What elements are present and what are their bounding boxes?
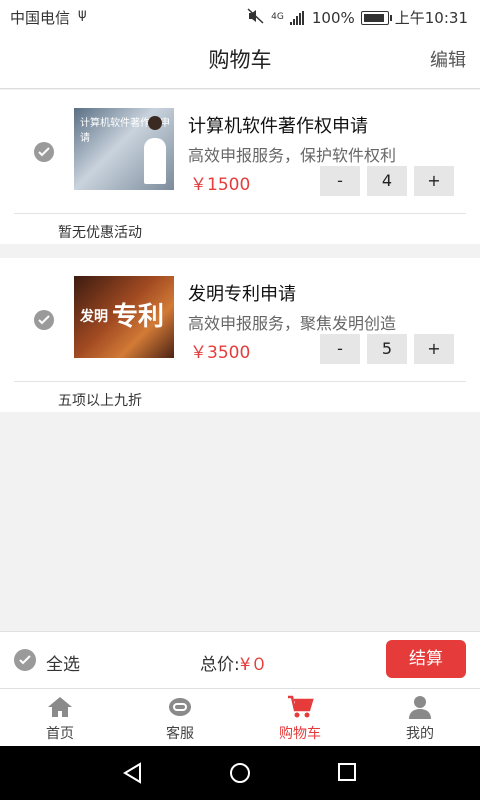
product-image[interactable]: 发明 专利	[74, 276, 174, 358]
tab-label: 购物车	[279, 726, 321, 742]
cart-icon	[286, 695, 314, 719]
item-check-icon[interactable]	[34, 310, 54, 330]
divider	[14, 213, 466, 214]
signal-icon	[289, 10, 306, 25]
total-value: ¥０	[239, 655, 268, 675]
promotion-text: 五项以上九折	[58, 393, 142, 409]
total-price: 总价:¥０	[200, 650, 268, 675]
network-label: 4G	[271, 12, 284, 22]
page-title: 购物车	[208, 48, 272, 72]
carrier-label: 中国电信	[10, 9, 71, 27]
divider	[14, 381, 466, 382]
product-image-text: 专利	[112, 302, 165, 332]
select-all-check-icon[interactable]	[14, 649, 36, 671]
tab-label: 首页	[46, 726, 74, 742]
product-name[interactable]: 计算机软件著作权申请	[188, 112, 368, 138]
usb-icon: ψ	[78, 7, 87, 22]
item-check-icon[interactable]	[34, 142, 54, 162]
increase-quantity-button[interactable]: +	[414, 334, 454, 364]
product-price: ￥1500	[190, 175, 251, 195]
product-name[interactable]: 发明专利申请	[188, 280, 296, 306]
decrease-quantity-button[interactable]: -	[320, 334, 360, 364]
system-nav-bar	[0, 746, 480, 800]
battery-icon	[360, 10, 392, 25]
tab-label: 我的	[406, 726, 434, 742]
checkout-button[interactable]: 结算	[386, 640, 466, 678]
headset-icon	[166, 695, 194, 719]
clock: 上午10:31	[394, 9, 468, 27]
increase-quantity-button[interactable]: +	[414, 166, 454, 196]
tab-home[interactable]: 首页	[0, 689, 120, 747]
edit-button[interactable]: 编辑	[430, 46, 466, 72]
quantity-field[interactable]: 5	[367, 334, 407, 364]
select-all-label[interactable]: 全选	[46, 650, 80, 675]
promotion-text: 暂无优惠活动	[58, 225, 142, 241]
home-icon	[46, 695, 74, 719]
home-circle-icon[interactable]	[229, 762, 251, 784]
quantity-field[interactable]: 4	[367, 166, 407, 196]
product-description: 高效申报服务，聚焦发明创造	[188, 314, 397, 333]
mute-icon	[247, 7, 265, 28]
product-image-text: 发明	[80, 309, 108, 325]
product-image[interactable]: 计算机软件著作权申请	[74, 108, 174, 190]
total-label: 总价:	[200, 655, 240, 675]
back-icon[interactable]	[122, 762, 142, 784]
status-bar: 中国电信 ψ 4G 100% 上午10:31	[0, 0, 480, 32]
tab-cart[interactable]: 购物车	[240, 689, 360, 747]
decrease-quantity-button[interactable]: -	[320, 166, 360, 196]
cart-item: 计算机软件著作权申请 计算机软件著作权申请 高效申报服务，保护软件权利 ￥150…	[0, 90, 480, 244]
tab-label: 客服	[166, 726, 194, 742]
recents-icon[interactable]	[337, 762, 357, 782]
app-header: 购物车 编辑	[0, 32, 480, 89]
cart-item: 发明 专利 发明专利申请 高效申报服务，聚焦发明创造 ￥3500 - 5 + 五…	[0, 258, 480, 412]
tab-service[interactable]: 客服	[120, 689, 240, 747]
battery-percent: 100%	[311, 8, 355, 27]
product-price: ￥3500	[190, 343, 251, 363]
checkout-bar: 全选 总价:¥０ 结算	[0, 631, 480, 688]
tab-bar: 首页 客服 购物车 我的	[0, 688, 480, 747]
tab-profile[interactable]: 我的	[360, 689, 480, 747]
product-description: 高效申报服务，保护软件权利	[188, 146, 397, 165]
user-icon	[406, 695, 434, 719]
